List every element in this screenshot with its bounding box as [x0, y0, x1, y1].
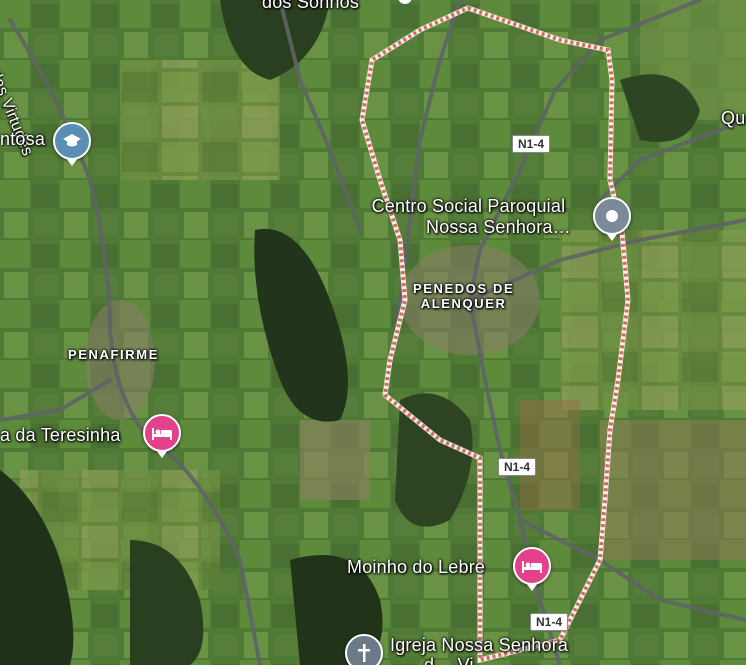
hotel-icon[interactable] [513, 547, 551, 591]
area-label-penafirme[interactable]: PENAFIRME [68, 347, 159, 363]
hotel-icon[interactable] [143, 414, 181, 458]
road-shield-n1-4: N1-4 [498, 458, 537, 476]
place-label-teresinha[interactable]: a da Teresinha [0, 425, 121, 446]
church-icon[interactable] [345, 634, 383, 665]
place-pin-icon[interactable] [593, 197, 631, 241]
dot-icon [606, 210, 618, 222]
place-label-right-edge[interactable]: Qu [721, 108, 745, 129]
area-label-penedos[interactable]: PENEDOS DE ALENQUER [413, 281, 514, 312]
road-shield-n1-4: N1-4 [512, 135, 551, 153]
place-label-moinho[interactable]: Moinho do Lebre [347, 557, 485, 578]
road-shield-n1-4: N1-4 [530, 613, 569, 631]
place-label-centro-social[interactable]: Centro Social Paroquial Nossa Senhora… [366, 196, 571, 237]
map-view[interactable]: dos Sonhos R. das Virtudes ntosa Qu N1-4… [0, 0, 746, 665]
place-label-dos-sonhos[interactable]: dos Sonhos [262, 0, 359, 13]
place-label-igreja[interactable]: Igreja Nossa Senhora d… Vi… [390, 635, 568, 665]
school-icon[interactable] [53, 122, 91, 166]
place-label-school[interactable]: ntosa [0, 129, 45, 150]
